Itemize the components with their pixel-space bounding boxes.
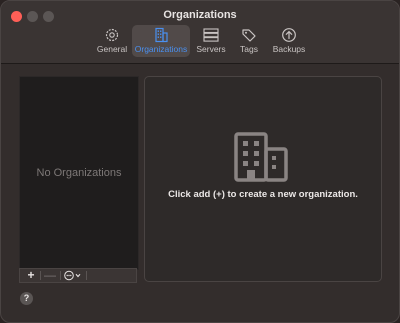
tab-general-label: General xyxy=(96,44,128,54)
help-button[interactable]: ? xyxy=(20,292,33,305)
tab-tags-label: Tags xyxy=(240,44,258,54)
more-options-button[interactable] xyxy=(61,269,85,282)
arrow-up-circle-icon xyxy=(282,28,296,42)
tag-icon xyxy=(242,29,256,42)
remove-organization-button[interactable]: — xyxy=(41,269,59,282)
tab-servers-label: Servers xyxy=(196,44,226,54)
window-title: Organizations xyxy=(163,9,237,21)
building-icon xyxy=(155,27,168,43)
detail-panel: Click add (+) to create a new organizati… xyxy=(144,76,382,282)
empty-state-message: Click add (+) to create a new organizati… xyxy=(168,189,358,200)
ellipsis-circle-icon xyxy=(64,270,81,281)
list-action-bar: + — xyxy=(19,268,137,283)
add-organization-button[interactable]: + xyxy=(22,269,40,282)
titlebar: Organizations General Organizations Serv… xyxy=(1,1,399,64)
preferences-window: Organizations General Organizations Serv… xyxy=(0,0,400,323)
empty-list-label: No Organizations xyxy=(36,167,122,179)
tab-backups-label: Backups xyxy=(272,44,306,54)
tab-tags[interactable]: Tags xyxy=(235,25,263,57)
tab-organizations-label: Organizations xyxy=(134,44,188,54)
building-icon xyxy=(234,132,288,182)
tab-servers[interactable]: Servers xyxy=(193,25,229,57)
tab-organizations[interactable]: Organizations xyxy=(132,25,190,57)
gear-icon xyxy=(105,28,119,42)
organizations-list[interactable]: No Organizations xyxy=(19,76,139,270)
divider xyxy=(86,271,87,280)
tab-backups[interactable]: Backups xyxy=(269,25,309,57)
server-icon xyxy=(203,28,219,42)
tab-general[interactable]: General xyxy=(95,25,129,57)
